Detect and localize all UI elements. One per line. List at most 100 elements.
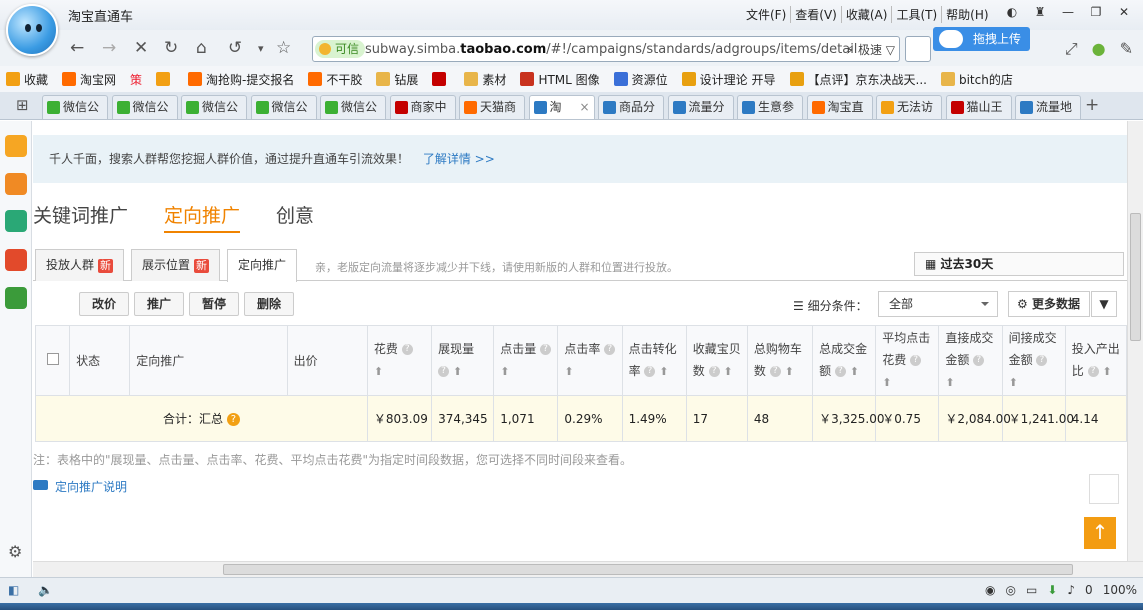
column-header[interactable]: 展现量 ? ⬆	[431, 325, 495, 396]
back-to-top-button[interactable]: ↑	[1084, 517, 1116, 549]
bookmark-item[interactable]: 淘宝网	[62, 71, 116, 88]
column-header[interactable]: 平均点击花费 ? ⬆	[875, 325, 940, 396]
column-header[interactable]: 花费 ? ⬆	[366, 325, 433, 396]
shirt-icon[interactable]: ♜	[1031, 5, 1049, 19]
browser-tab[interactable]: 商品分	[598, 95, 664, 119]
taobao-side-icon[interactable]	[5, 173, 27, 195]
refresh-icon[interactable]: ↻	[164, 38, 178, 58]
browser-tab[interactable]: 微信公	[42, 95, 108, 119]
customer-service-icon[interactable]	[1089, 474, 1119, 504]
help-icon[interactable]: ?	[1087, 366, 1099, 377]
zoom-level[interactable]: 100%	[1103, 583, 1137, 597]
browser-tab[interactable]: 微信公	[250, 95, 317, 119]
drag-upload-tooltip[interactable]: 拖拽上传	[933, 27, 1030, 51]
bookmark-item[interactable]: 收藏	[6, 71, 48, 88]
menu-favorites[interactable]: 收藏(A)	[840, 6, 892, 23]
sidebar-toggle-icon[interactable]: ◧	[8, 583, 19, 597]
dropdown-icon[interactable]: ▾	[258, 42, 264, 55]
contacts-icon[interactable]	[5, 210, 27, 232]
favorites-star-icon[interactable]	[5, 135, 27, 157]
date-range-select[interactable]: ▦ 过去30天	[914, 252, 1124, 276]
browser-logo-icon[interactable]	[6, 4, 58, 56]
secure-badge[interactable]: 可信	[315, 40, 366, 58]
sort-icon[interactable]: ⬆	[564, 365, 573, 378]
horizontal-scroll-thumb[interactable]	[223, 564, 1073, 575]
help-icon[interactable]: ?	[708, 366, 720, 377]
sort-icon[interactable]: ⬆	[1102, 365, 1111, 378]
browser-tab[interactable]: 流量地	[1015, 95, 1081, 119]
delete-button[interactable]: 删除	[244, 292, 295, 316]
promote-button[interactable]: 推广	[134, 292, 185, 316]
column-header[interactable]: 直接成交金额 ? ⬆	[938, 325, 1003, 396]
browser-tab[interactable]: 商家中	[389, 95, 456, 119]
bookmark-item[interactable]: bitch的店	[940, 71, 1013, 88]
column-header[interactable]: 总购物车数 ? ⬆	[746, 325, 814, 396]
menu-file[interactable]: 文件(F)	[742, 6, 790, 23]
browser-tab[interactable]: 无法访	[876, 95, 942, 119]
help-icon[interactable]: ?	[438, 366, 450, 377]
filter-select[interactable]: 全部	[878, 291, 998, 317]
new-tab-button[interactable]: +	[1085, 95, 1099, 115]
bookmark-item[interactable]	[156, 72, 174, 86]
speaker-icon[interactable]: 🔈	[38, 583, 53, 597]
wallet-icon[interactable]: ●	[1092, 39, 1106, 59]
learn-more-link[interactable]: 了解详情 >>	[423, 152, 495, 166]
subtab-audience[interactable]: 投放人群新	[35, 249, 125, 281]
more-data-dropdown[interactable]: ▼	[1091, 291, 1117, 317]
sort-icon[interactable]: ⬆	[882, 376, 891, 389]
accelerate-icon[interactable]: ◎	[1005, 583, 1015, 597]
help-icon[interactable]: ?	[401, 344, 413, 355]
sort-icon[interactable]: ⬆	[500, 365, 509, 378]
sort-icon[interactable]: ⬆	[785, 365, 794, 378]
more-data-button[interactable]: ⚙ 更多数据	[1008, 291, 1090, 317]
sort-icon[interactable]: ⬆	[723, 365, 732, 378]
forward-icon[interactable]: →	[102, 38, 116, 58]
browser-tab[interactable]: 天猫商	[459, 95, 525, 119]
address-bar[interactable]: 可信 subway.simba.taobao.com/#!/campaigns/…	[312, 36, 900, 62]
browser-tab[interactable]: 淘宝直	[806, 95, 873, 119]
select-all-checkbox[interactable]	[46, 352, 59, 365]
download-icon[interactable]: ⬇	[1047, 583, 1057, 597]
targeted-promotion-help-link[interactable]: 定向推广说明	[33, 478, 127, 495]
notification-count[interactable]: 0	[1085, 583, 1093, 597]
store-icon[interactable]	[5, 249, 27, 271]
help-icon[interactable]: ?	[769, 366, 781, 377]
bookmark-item[interactable]: 【点评】京东决战天...	[789, 71, 927, 88]
help-icon[interactable]: ?	[644, 366, 656, 377]
column-header[interactable]: 间接成交金额 ? ⬆	[1001, 325, 1066, 396]
sort-icon[interactable]: ⬆	[945, 376, 954, 389]
sort-icon[interactable]: ⬆	[453, 365, 462, 378]
bookmark-item[interactable]: 钻展	[376, 71, 418, 88]
browser-tab[interactable]: 生意参	[737, 95, 803, 119]
home-icon[interactable]: ⌂	[196, 38, 207, 58]
bookmark-item[interactable]: 素材	[464, 71, 506, 88]
column-header[interactable]: 总成交金额 ? ⬆	[812, 325, 877, 396]
help-icon[interactable]: ?	[834, 366, 846, 377]
help-icon[interactable]: ?	[910, 355, 922, 366]
horizontal-scrollbar[interactable]	[33, 561, 1143, 577]
back-icon[interactable]: ←	[70, 38, 84, 58]
column-header[interactable]: 点击转化率 ? ⬆	[621, 325, 687, 396]
speed-mode-toggle[interactable]: ⚡ 极速 ▽	[846, 41, 895, 58]
tab-keyword-promotion[interactable]: 关键词推广	[33, 201, 128, 233]
bus-icon[interactable]	[5, 287, 27, 309]
browser-tab[interactable]: 猫山王	[945, 95, 1012, 119]
help-icon[interactable]: ?	[540, 344, 552, 355]
menu-tools[interactable]: 工具(T)	[891, 6, 941, 23]
bookmark-item[interactable]: 设计理论 开导	[681, 71, 776, 88]
help-icon[interactable]: ?	[973, 355, 985, 366]
sort-icon[interactable]: ⬆	[850, 365, 859, 378]
menu-view[interactable]: 查看(V)	[790, 6, 841, 23]
bookmark-item[interactable]: 不干胶	[308, 71, 362, 88]
bookmark-item[interactable]: 资源位	[613, 71, 668, 88]
skin-icon[interactable]: ◐	[1003, 5, 1021, 19]
tab-creative[interactable]: 创意	[276, 201, 314, 233]
column-header[interactable]: 收藏宝贝数 ? ⬆	[685, 325, 748, 396]
close-window-button[interactable]: ✕	[1115, 5, 1133, 19]
menu-help[interactable]: 帮助(H)	[941, 6, 992, 23]
sort-icon[interactable]: ⬆	[1009, 376, 1018, 389]
bookmark-item[interactable]: HTML 图像	[520, 71, 600, 88]
browser-tab[interactable]: 微信公	[320, 95, 386, 119]
monitor-icon[interactable]: ▭	[1026, 583, 1037, 597]
bookmark-item[interactable]	[432, 72, 450, 86]
